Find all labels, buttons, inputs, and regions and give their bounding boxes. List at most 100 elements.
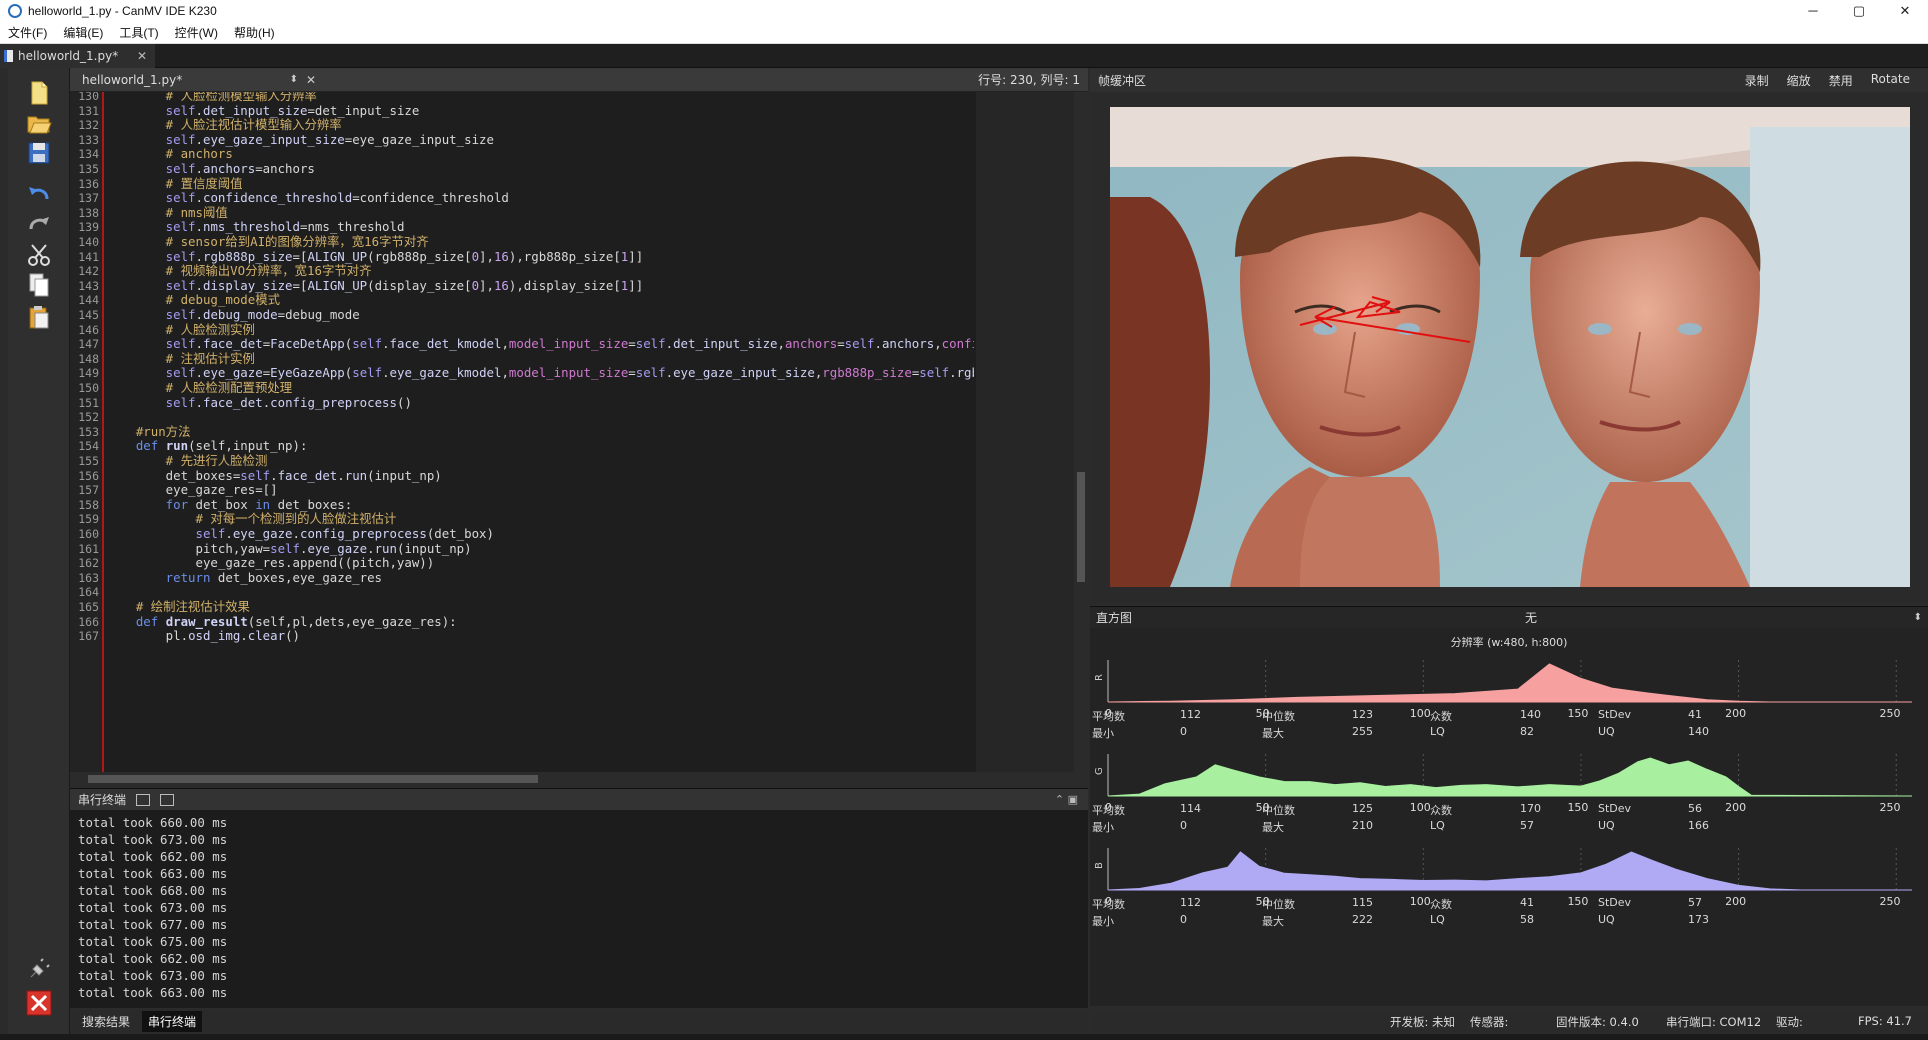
save-icon xyxy=(28,142,50,164)
minimize-button[interactable]: ─ xyxy=(1790,0,1836,22)
stat-label: 中位数 xyxy=(1262,710,1295,723)
tick-label: 150 xyxy=(1567,895,1588,908)
code-editor[interactable]: 130 131 132 133 134 135 136 137 138 139 140 141 142 1… xyxy=(70,92,1088,772)
stat-label: 平均数 xyxy=(1092,898,1125,911)
paste-button[interactable] xyxy=(24,302,54,332)
terminal-line: total took 660.00 ms xyxy=(78,815,228,830)
document-tab[interactable]: helloworld_1.py* ✕ xyxy=(0,43,155,68)
code-token: . xyxy=(240,628,248,644)
tick-label: 150 xyxy=(1567,707,1588,720)
stat-label: StDev xyxy=(1598,802,1632,815)
code-line[interactable]: return det_boxes,eye_gaze_res xyxy=(106,569,382,587)
code-token: anchors xyxy=(881,336,935,352)
record-button[interactable]: 录制 xyxy=(1745,72,1769,89)
stat-value: 173 xyxy=(1688,913,1709,926)
serial-terminal[interactable]: total took 660.00 ms total took 673.00 ms… xyxy=(70,810,1088,1008)
redo-button[interactable] xyxy=(24,208,54,238)
stat-value: 41 xyxy=(1520,896,1534,909)
menu-widgets[interactable]: 控件(W) xyxy=(167,24,226,41)
code-token: return xyxy=(106,569,218,585)
cut-button[interactable] xyxy=(24,240,54,270)
editor-horizontal-scrollbar[interactable] xyxy=(70,772,1088,786)
terminal-line: total took 662.00 ms xyxy=(78,849,228,864)
disable-button[interactable]: 禁用 xyxy=(1829,72,1853,89)
code-token: ], xyxy=(479,277,494,293)
stat-value: 57 xyxy=(1520,819,1534,832)
code-token: . xyxy=(874,336,882,352)
tick-label: 250 xyxy=(1880,895,1901,908)
scroll-thumb[interactable] xyxy=(88,775,538,783)
menu-help[interactable]: 帮助(H) xyxy=(226,24,283,41)
stat-value: 57 xyxy=(1688,896,1702,909)
left-toolbar xyxy=(8,68,70,1034)
menu-bar: 文件(F) 编辑(E) 工具(T) 控件(W) 帮助(H) xyxy=(0,22,1928,44)
stop-button[interactable] xyxy=(24,988,54,1018)
editor-vertical-scrollbar[interactable] xyxy=(1074,92,1088,772)
stat-label: 最小 xyxy=(1092,821,1114,834)
file-selector[interactable]: helloworld_1.py* ⬍ xyxy=(76,70,306,90)
stat-value: 125 xyxy=(1352,802,1373,815)
code-token: () xyxy=(396,394,412,410)
redo-icon xyxy=(29,217,49,230)
code-token: . xyxy=(337,467,345,483)
framebuffer-header: 帧缓冲区 录制 缩放 禁用 Rotate xyxy=(1090,68,1928,92)
stat-value: 114 xyxy=(1180,802,1201,815)
paste-icon xyxy=(29,306,49,329)
code-token: =confidence_threshold xyxy=(352,190,509,206)
code-token: . xyxy=(195,394,203,410)
menu-tools[interactable]: 工具(T) xyxy=(111,24,166,41)
code-token: (rgb888p_size[ xyxy=(367,248,472,264)
serial-port-status: 串行端口: COM12 xyxy=(1666,1015,1762,1029)
framebuffer-title: 帧缓冲区 xyxy=(1098,73,1147,88)
stat-label: 众数 xyxy=(1430,804,1452,817)
code-line[interactable]: self.face_det.config_preprocess() xyxy=(106,394,412,412)
tab-serial-terminal[interactable]: 串行终端 xyxy=(142,1010,203,1032)
close-button[interactable]: ✕ xyxy=(1882,0,1928,22)
tick-label: 200 xyxy=(1725,801,1746,814)
fps-counter: FPS: 41.7 xyxy=(1858,1014,1912,1028)
firmware-version: 固件版本: 0.4.0 xyxy=(1556,1015,1639,1029)
terminal-save-icon[interactable] xyxy=(160,793,175,806)
rotate-button[interactable]: Rotate xyxy=(1871,72,1910,89)
terminal-collapse-icon[interactable]: ⌃ ▣ xyxy=(1055,793,1078,806)
updown-arrow-icon[interactable]: ⬍ xyxy=(1914,612,1922,623)
stat-label: StDev xyxy=(1598,896,1632,909)
code-token: config_preprocess xyxy=(270,394,397,410)
close-tab-icon[interactable]: ✕ xyxy=(137,49,147,63)
histogram-mode-select[interactable]: 无 xyxy=(1525,609,1537,626)
stat-label: 平均数 xyxy=(1092,710,1125,723)
code-token: , xyxy=(501,336,509,352)
undo-icon xyxy=(29,187,49,200)
tick-label: 100 xyxy=(1410,707,1431,720)
undo-button[interactable] xyxy=(24,178,54,208)
scroll-thumb[interactable] xyxy=(1077,472,1085,582)
stat-value: 112 xyxy=(1180,708,1201,721)
copy-button[interactable] xyxy=(24,270,54,300)
close-editor-icon[interactable]: ✕ xyxy=(306,73,316,87)
code-line[interactable]: pl.osd_img.clear() xyxy=(106,627,300,645)
tab-search-results[interactable]: 搜索结果 xyxy=(76,1011,136,1032)
scissors-icon xyxy=(28,244,50,266)
sensor-status: 传感器: xyxy=(1470,1015,1509,1029)
new-file-button[interactable] xyxy=(24,78,54,108)
maximize-button[interactable]: ▢ xyxy=(1836,0,1882,22)
code-token: . xyxy=(665,336,674,352)
save-button[interactable] xyxy=(24,138,54,168)
code-area[interactable]: # 人脸检测模型输入分辨率 self.det_input_size=det_in… xyxy=(106,92,974,772)
code-token: , xyxy=(777,336,785,352)
zoom-button[interactable]: 缩放 xyxy=(1787,72,1811,89)
tick-label: 150 xyxy=(1567,801,1588,814)
code-token: =eye_gaze_input_size xyxy=(344,131,494,147)
menu-file[interactable]: 文件(F) xyxy=(0,24,55,41)
code-token: ], xyxy=(479,248,494,264)
open-file-button[interactable] xyxy=(24,108,54,138)
menu-edit[interactable]: 编辑(E) xyxy=(55,24,111,41)
terminal-clear-icon[interactable] xyxy=(136,793,151,806)
framebuffer-view xyxy=(1090,92,1928,602)
stat-value: 210 xyxy=(1352,819,1373,832)
code-token: face_det_kmodel xyxy=(389,336,502,352)
cursor-position: 行号: 230, 列号: 1 xyxy=(978,73,1080,87)
code-token: (input_np) xyxy=(367,467,442,483)
connect-button[interactable] xyxy=(24,954,54,984)
histogram-curve-b xyxy=(1107,851,1912,891)
